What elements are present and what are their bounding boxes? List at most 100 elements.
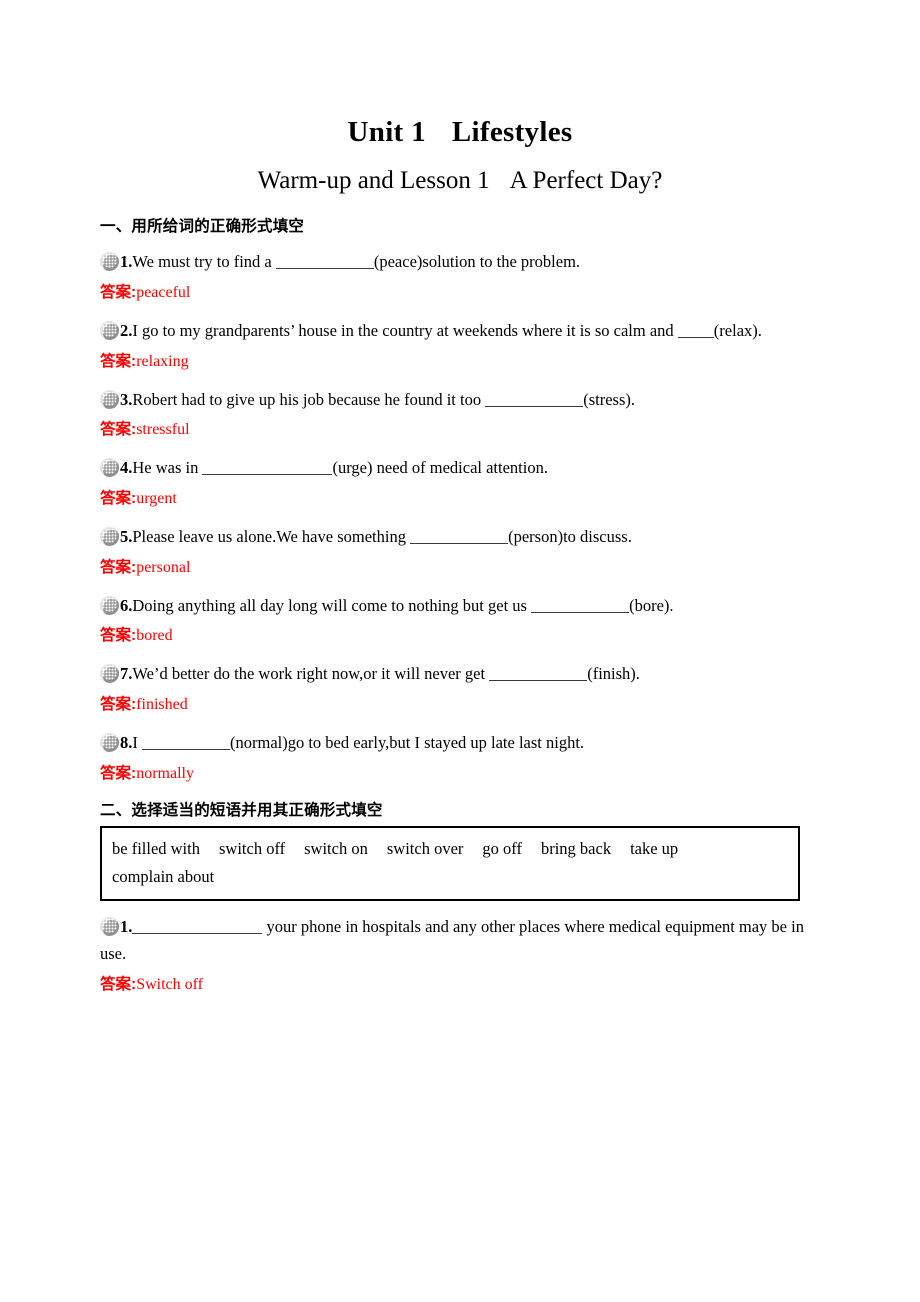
question-block: 1. your phone in hospitals and any other… — [100, 901, 820, 996]
question-block: 3.Robert had to give up his job because … — [100, 374, 820, 443]
answer-label: 答案 — [100, 696, 132, 714]
answer-line: 答案:normally — [100, 757, 820, 786]
question-text: 2.I go to my grandparents’ house in the … — [100, 305, 820, 345]
answer-label: 答案 — [100, 352, 132, 370]
question-text: 3.Robert had to give up his job because … — [100, 374, 820, 414]
question-text: 6.Doing anything all day long will come … — [100, 580, 820, 620]
worksheet-page: Unit 1 Lifestyles Warm-up and Lesson 1 A P… — [0, 0, 920, 1302]
answer-line: 答案:Switch off — [100, 968, 820, 997]
answer-line: 答案:urgent — [100, 482, 820, 511]
word-bank-item[interactable]: switch on — [304, 835, 368, 863]
answer-line: 答案:personal — [100, 551, 820, 580]
unit-title-left: Unit 1 — [347, 116, 426, 148]
answer-blank[interactable] — [489, 666, 588, 682]
answer-value: Switch off — [136, 975, 203, 993]
word-bank-item[interactable]: complain about — [112, 863, 214, 891]
question-prompt-before: We must try to find a — [132, 252, 276, 272]
answer-blank[interactable] — [485, 391, 584, 407]
question-prompt-before: He was in — [132, 458, 203, 478]
answer-line: 答案:bored — [100, 619, 820, 648]
sphere-bullet-icon — [100, 252, 119, 272]
sphere-bullet-icon — [100, 320, 119, 340]
answer-label: 答案 — [100, 627, 132, 645]
answer-value: bored — [136, 627, 173, 645]
question-number: 1. — [120, 252, 133, 272]
sphere-bullet-icon — [100, 458, 119, 478]
lesson-title-right: A Perfect Day? — [509, 167, 663, 195]
answer-label: 答案 — [100, 975, 132, 993]
question-prompt-before: I go to my grandparents’ house in the co… — [132, 320, 678, 340]
answer-blank[interactable] — [275, 253, 374, 270]
section-heading-2: 二、选择适当的短语并用其正确形式填空 — [100, 801, 383, 819]
answer-label: 答案 — [100, 558, 132, 576]
question-prompt-after: (finish). — [587, 664, 640, 684]
answer-label: 答案 — [100, 489, 132, 507]
question-prompt-before: We’d better do the work right now,or it … — [132, 664, 490, 684]
question-block: 5.Please leave us alone.We have somethin… — [100, 511, 820, 580]
question-prompt-after: (peace)solution to the problem. — [373, 252, 581, 272]
answer-value: urgent — [136, 489, 177, 507]
question-prompt-after: (stress). — [583, 389, 636, 409]
answer-value: normally — [136, 764, 194, 782]
sphere-bullet-icon — [100, 526, 119, 546]
question-number: 4. — [120, 458, 133, 478]
question-text: 5.Please leave us alone.We have somethin… — [100, 511, 820, 551]
sphere-bullet-icon — [100, 389, 119, 409]
question-number: 8. — [120, 733, 133, 753]
answer-line: 答案:stressful — [100, 413, 820, 442]
word-bank-item[interactable]: switch off — [219, 835, 285, 863]
question-block: 4.He was in (urge) need of medical atten… — [100, 442, 820, 511]
answer-line: 答案:relaxing — [100, 345, 820, 374]
sphere-bullet-icon — [100, 664, 119, 684]
answer-label: 答案 — [100, 764, 132, 782]
lesson-title: Warm-up and Lesson 1 A Perfect Day? — [100, 149, 820, 196]
question-prompt-after: (bore). — [629, 595, 674, 615]
question-number: 3. — [120, 389, 133, 409]
answer-blank[interactable] — [410, 528, 509, 544]
sphere-bullet-icon — [100, 917, 119, 937]
answer-value: relaxing — [136, 352, 189, 370]
sphere-bullet-icon — [100, 733, 119, 753]
question-prompt-after: (relax). — [713, 320, 762, 340]
question-prompt-before: I — [132, 733, 142, 753]
question-text: 1. your phone in hospitals and any other… — [100, 901, 820, 967]
answer-value: personal — [136, 558, 191, 576]
question-prompt-before: Robert had to give up his job because he… — [132, 389, 486, 409]
word-bank-item[interactable]: take up — [630, 835, 678, 863]
page-title: Unit 1 Lifestyles — [100, 0, 820, 149]
answer-line: 答案:finished — [100, 688, 820, 717]
section-heading-1: 一、用所给词的正确形式填空 — [100, 218, 305, 236]
question-block: 1.We must try to find a (peace)solution … — [100, 236, 820, 305]
answer-line: 答案:peaceful — [100, 276, 820, 305]
answer-label: 答案 — [100, 421, 132, 439]
question-prompt-before: Doing anything all day long will come to… — [132, 595, 532, 615]
question-block: 7.We’d better do the work right now,or i… — [100, 648, 820, 717]
answer-value: finished — [136, 696, 188, 714]
answer-blank[interactable] — [531, 597, 630, 613]
question-number: 1. — [120, 917, 133, 937]
answer-label: 答案 — [100, 283, 132, 301]
question-prompt-after: (normal)go to bed early,but I stayed up … — [230, 733, 585, 753]
word-bank-item[interactable]: go off — [482, 835, 522, 863]
question-number: 6. — [120, 595, 133, 615]
question-block: 6.Doing anything all day long will come … — [100, 580, 820, 649]
question-text: 7.We’d better do the work right now,or i… — [100, 648, 820, 688]
question-prompt-before: Please leave us alone.We have something — [132, 526, 411, 546]
question-number: 7. — [120, 664, 133, 684]
question-prompt-after: (urge) need of medical attention. — [332, 458, 548, 478]
answer-blank[interactable] — [132, 918, 263, 935]
word-bank-item[interactable]: bring back — [541, 835, 611, 863]
unit-title-right: Lifestyles — [451, 116, 573, 148]
word-bank-item[interactable]: switch over — [387, 835, 464, 863]
answer-blank[interactable] — [142, 734, 230, 751]
question-number: 5. — [120, 526, 133, 546]
question-text: 4.He was in (urge) need of medical atten… — [100, 442, 820, 482]
answer-blank[interactable] — [677, 322, 714, 338]
question-block: 8.I (normal)go to bed early,but I stayed… — [100, 717, 820, 786]
sphere-bullet-icon — [100, 595, 119, 615]
word-bank-item[interactable]: be filled with — [112, 835, 200, 863]
answer-blank[interactable] — [202, 459, 333, 476]
question-block: 2.I go to my grandparents’ house in the … — [100, 305, 820, 374]
answer-value: peaceful — [136, 283, 191, 301]
word-bank: be filled with switch off switch on switch … — [100, 825, 800, 902]
